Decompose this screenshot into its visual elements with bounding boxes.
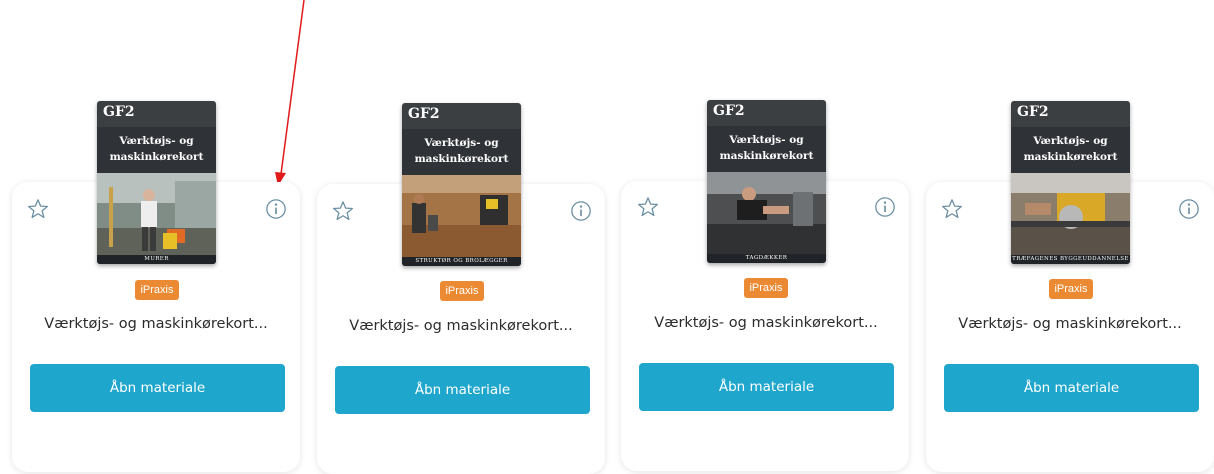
cover-photo bbox=[707, 172, 826, 254]
cover-series: GF2 bbox=[408, 106, 440, 122]
cover-footer: TRÆFAGENES BYGGEUDDANNELSE bbox=[1011, 255, 1130, 264]
favorite-star-icon[interactable] bbox=[637, 196, 659, 218]
source-badge: iPraxis bbox=[135, 280, 179, 300]
book-cover: GF2 Værktøjs- og maskinkørekort TRÆFAGEN… bbox=[1011, 101, 1130, 264]
book-cover: GF2 Værktøjs- og maskinkørekort MURER bbox=[97, 101, 216, 264]
open-material-button[interactable]: Åbn materiale bbox=[335, 366, 590, 414]
material-title: Værktøjs- og maskinkørekort... bbox=[958, 316, 1182, 332]
book-cover: GF2 Værktøjs- og maskinkørekort STRUKTØR… bbox=[402, 103, 521, 266]
cover-series: GF2 bbox=[1017, 104, 1049, 120]
cover-photo bbox=[97, 173, 216, 255]
cover-footer: TAGDÆKKER bbox=[707, 254, 826, 263]
cover-footer: MURER bbox=[97, 255, 216, 264]
open-material-button[interactable]: Åbn materiale bbox=[944, 364, 1199, 412]
source-badge: iPraxis bbox=[440, 281, 484, 301]
material-title: Værktøjs- og maskinkørekort... bbox=[44, 316, 268, 332]
info-icon[interactable] bbox=[570, 200, 592, 222]
cover-photo bbox=[402, 175, 521, 257]
info-icon[interactable] bbox=[265, 198, 287, 220]
source-badge: iPraxis bbox=[744, 278, 788, 298]
source-badge: iPraxis bbox=[1049, 279, 1093, 299]
cover-title: Værktøjs- og maskinkørekort bbox=[97, 127, 216, 173]
cover-series: GF2 bbox=[103, 104, 135, 120]
info-icon[interactable] bbox=[1178, 198, 1200, 220]
cover-photo bbox=[1011, 173, 1130, 255]
cover-title: Værktøjs- og maskinkørekort bbox=[402, 129, 521, 175]
cover-title: Værktøjs- og maskinkørekort bbox=[1011, 127, 1130, 173]
material-title: Værktøjs- og maskinkørekort... bbox=[654, 315, 878, 331]
material-title: Værktøjs- og maskinkørekort... bbox=[349, 318, 573, 334]
info-icon[interactable] bbox=[874, 196, 896, 218]
favorite-star-icon[interactable] bbox=[941, 198, 963, 220]
favorite-star-icon[interactable] bbox=[27, 198, 49, 220]
cover-title: Værktøjs- og maskinkørekort bbox=[707, 126, 826, 172]
open-material-button[interactable]: Åbn materiale bbox=[639, 363, 894, 411]
favorite-star-icon[interactable] bbox=[332, 200, 354, 222]
cover-footer: STRUKTØR OG BROLÆGGER bbox=[402, 257, 521, 266]
cover-series: GF2 bbox=[713, 103, 745, 119]
open-material-button[interactable]: Åbn materiale bbox=[30, 364, 285, 412]
book-cover: GF2 Værktøjs- og maskinkørekort TAGDÆKKE… bbox=[707, 100, 826, 263]
